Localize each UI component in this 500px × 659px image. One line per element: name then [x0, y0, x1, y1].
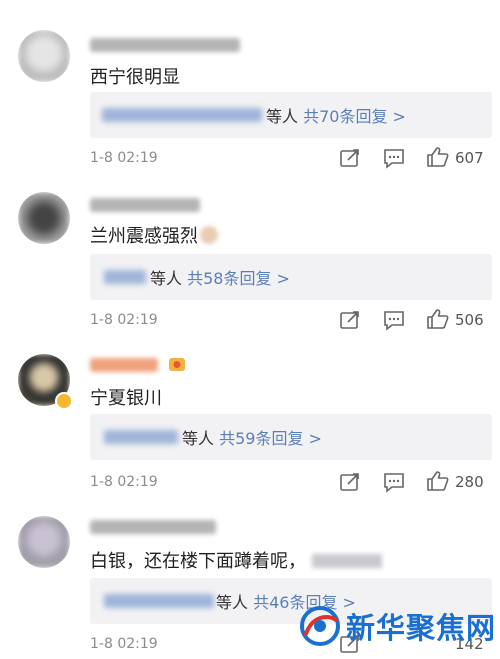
comment-text: 宁夏银川: [90, 388, 162, 409]
like-count: 280: [455, 473, 484, 491]
like-count: 506: [455, 311, 484, 329]
reply-suffix: 等人: [182, 429, 215, 448]
hidden-text: [312, 554, 382, 568]
reply-suffix: 等人: [150, 269, 183, 288]
share-icon[interactable]: [338, 147, 364, 169]
avatar[interactable]: [18, 30, 70, 82]
reply-count-link[interactable]: 共59条回复 >: [219, 429, 322, 448]
comment-icon[interactable]: [382, 471, 408, 493]
watermark: 新华聚焦网: [298, 604, 496, 648]
share-icon[interactable]: [338, 471, 364, 493]
reply-usernames: [104, 594, 214, 608]
comment-time: 1-8 02:19: [90, 312, 158, 328]
avatar[interactable]: [18, 192, 70, 244]
share-icon[interactable]: [338, 309, 364, 331]
verified-badge: [55, 392, 73, 410]
reply-summary[interactable]: 等人 共58条回复 >: [90, 254, 492, 300]
reply-usernames: [104, 430, 178, 444]
comment-text: 白银，还在楼下面蹲着呢，: [90, 547, 382, 573]
reply-count-link[interactable]: 共70条回复 >: [303, 107, 406, 126]
comment-time: 1-8 02:19: [90, 150, 158, 166]
like-count: 607: [455, 149, 484, 167]
like-icon[interactable]: [426, 308, 452, 330]
vip-icon: [168, 356, 186, 372]
watermark-text: 新华聚焦网: [346, 611, 497, 645]
reply-count-link[interactable]: 共58条回复 >: [187, 269, 290, 288]
comment-text-content: 白银，还在楼下面蹲着呢，: [90, 551, 306, 572]
username[interactable]: [90, 38, 240, 52]
comment-time: 1-8 02:19: [90, 474, 158, 490]
emoji-icon: [200, 226, 218, 244]
reply-suffix: 等人: [216, 593, 249, 612]
username[interactable]: [90, 198, 200, 212]
username[interactable]: [90, 358, 158, 372]
like-icon[interactable]: [426, 470, 452, 492]
comment-text-content: 兰州震感强烈: [90, 226, 198, 247]
reply-summary[interactable]: 等人 共70条回复 >: [90, 92, 492, 138]
reply-usernames: [104, 270, 146, 284]
reply-link[interactable]: 等人 共58条回复 >: [150, 265, 290, 289]
reply-link[interactable]: 等人 共59条回复 >: [182, 425, 322, 449]
reply-link[interactable]: 等人 共70条回复 >: [266, 103, 406, 127]
username[interactable]: [90, 520, 216, 534]
xinhua-logo-icon: [300, 606, 340, 646]
comment-icon[interactable]: [382, 309, 408, 331]
comment-text: 西宁很明显: [90, 67, 180, 88]
reply-summary[interactable]: 等人 共59条回复 >: [90, 414, 492, 460]
comment-time: 1-8 02:19: [90, 636, 158, 652]
avatar[interactable]: [18, 516, 70, 568]
reply-suffix: 等人: [266, 107, 299, 126]
like-icon[interactable]: [426, 146, 452, 168]
reply-usernames: [102, 108, 262, 122]
comment-icon[interactable]: [382, 147, 408, 169]
comment-text: 兰州震感强烈: [90, 222, 218, 248]
